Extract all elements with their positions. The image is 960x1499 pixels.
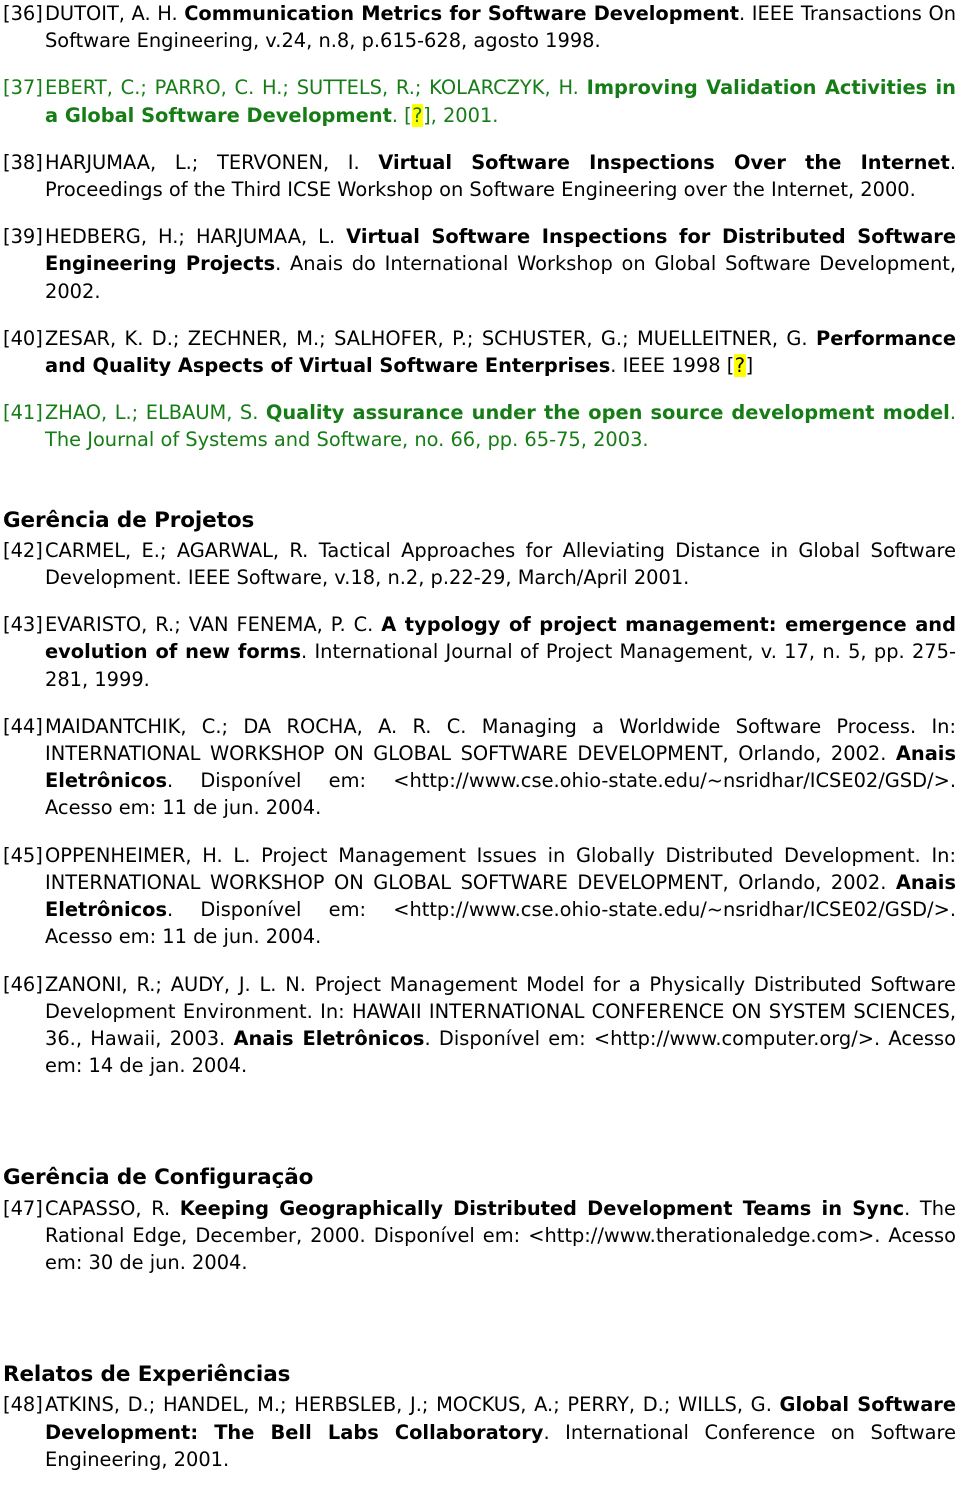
reference-authors: OPPENHEIMER, H. L. bbox=[45, 843, 262, 867]
reference-number: [48] bbox=[3, 1393, 43, 1417]
reference-authors: HEDBERG, H.; HARJUMAA, L. bbox=[45, 225, 347, 249]
reference-number: [40] bbox=[3, 326, 43, 350]
reference-entry-43: [43] EVARISTO, R.; VAN FENEMA, P. C. A t… bbox=[3, 611, 956, 693]
reference-number: [39] bbox=[3, 225, 43, 249]
reference-entry-45: [45] OPPENHEIMER, H. L. Project Manageme… bbox=[3, 842, 956, 951]
reference-text: OPPENHEIMER, H. L. Project Management Is… bbox=[45, 842, 956, 951]
reference-text: HEDBERG, H.; HARJUMAA, L. Virtual Softwa… bbox=[45, 223, 956, 305]
reference-text: HARJUMAA, L.; TERVONEN, I. Virtual Softw… bbox=[45, 149, 956, 203]
missing-citation-marker: ? bbox=[734, 354, 746, 378]
reference-title: Quality assurance under the open source … bbox=[265, 401, 950, 425]
section-heading-gerencia-configuracao: Gerência de Configuração bbox=[3, 1165, 314, 1191]
reference-number: [38] bbox=[3, 150, 43, 174]
reference-entry-44: [44] MAIDANTCHIK, C.; DA ROCHA, A. R. C.… bbox=[3, 713, 956, 822]
reference-entry-47: [47] CAPASSO, R. Keeping Geographically … bbox=[3, 1195, 956, 1277]
reference-authors: ZANONI, R.; AUDY, J. L. N. bbox=[45, 972, 315, 996]
reference-text: ZESAR, K. D.; ZECHNER, M.; SALHOFER, P.;… bbox=[45, 325, 956, 379]
reference-source-pre: . IEEE 1998 [ bbox=[610, 354, 735, 378]
reference-entry-38: [38] HARJUMAA, L.; TERVONEN, I. Virtual … bbox=[3, 149, 956, 203]
reference-source: . Disponível em: <http://www.cse.ohio-st… bbox=[45, 769, 956, 820]
reference-number: [42] bbox=[3, 538, 43, 562]
reference-authors: ZHAO, L.; ELBAUM, S. bbox=[45, 401, 266, 425]
reference-entry-42: [42] CARMEL, E.; AGARWAL, R. Tactical Ap… bbox=[3, 537, 956, 591]
reference-title: Virtual Software Inspections Over the In… bbox=[378, 150, 950, 174]
reference-number: [44] bbox=[3, 714, 43, 738]
reference-entry-40: [40] ZESAR, K. D.; ZECHNER, M.; SALHOFER… bbox=[3, 325, 956, 379]
reference-authors: CAPASSO, R. bbox=[45, 1196, 180, 1220]
reference-authors: ATKINS, D.; HANDEL, M.; HERBSLEB, J.; MO… bbox=[45, 1393, 780, 1417]
reference-number: [45] bbox=[3, 843, 43, 867]
reference-source-post: ], 2001. bbox=[423, 103, 499, 127]
reference-authors: ZESAR, K. D.; ZECHNER, M.; SALHOFER, P.;… bbox=[45, 326, 816, 350]
reference-entry-37: [37] EBERT, C.; PARRO, C. H.; SUTTELS, R… bbox=[3, 74, 956, 128]
reference-title: Communication Metrics for Software Devel… bbox=[184, 2, 740, 25]
reference-entry-39: [39] HEDBERG, H.; HARJUMAA, L. Virtual S… bbox=[3, 223, 956, 305]
reference-entry-41: [41] ZHAO, L.; ELBAUM, S. Quality assura… bbox=[3, 399, 956, 453]
reference-title: Anais Eletrônicos bbox=[233, 1026, 425, 1050]
reference-number: [37] bbox=[3, 76, 43, 100]
reference-number: [41] bbox=[3, 401, 43, 425]
reference-text: EBERT, C.; PARRO, C. H.; SUTTELS, R.; KO… bbox=[45, 74, 956, 128]
reference-text: CARMEL, E.; AGARWAL, R. Tactical Approac… bbox=[45, 537, 956, 591]
reference-authors: HARJUMAA, L.; TERVONEN, I. bbox=[45, 150, 379, 174]
reference-text: CAPASSO, R. Keeping Geographically Distr… bbox=[45, 1195, 956, 1277]
reference-authors: EBERT, C.; PARRO, C. H.; SUTTELS, R.; KO… bbox=[45, 76, 587, 100]
missing-citation-marker: ? bbox=[411, 103, 424, 127]
reference-authors: CARMEL, E.; AGARWAL, R. bbox=[45, 538, 319, 562]
reference-source-post: ] bbox=[745, 354, 754, 378]
reference-text: MAIDANTCHIK, C.; DA ROCHA, A. R. C. Mana… bbox=[45, 713, 956, 822]
reference-source-pre: . [ bbox=[391, 103, 412, 127]
document-page: [36] DUTOIT, A. H. Communication Metrics… bbox=[0, 0, 960, 1499]
section-heading-gerencia-projetos: Gerência de Projetos bbox=[3, 507, 255, 533]
reference-number: [36] bbox=[3, 2, 43, 25]
reference-text: DUTOIT, A. H. Communication Metrics for … bbox=[45, 0, 956, 54]
reference-entry-36: [36] DUTOIT, A. H. Communication Metrics… bbox=[3, 0, 956, 54]
reference-text: EVARISTO, R.; VAN FENEMA, P. C. A typolo… bbox=[45, 611, 956, 693]
reference-title: Keeping Geographically Distributed Devel… bbox=[179, 1196, 905, 1220]
reference-text: ZHAO, L.; ELBAUM, S. Quality assurance u… bbox=[45, 399, 956, 453]
reference-number: [43] bbox=[3, 613, 43, 637]
reference-entry-48: [48] ATKINS, D.; HANDEL, M.; HERBSLEB, J… bbox=[3, 1391, 956, 1473]
reference-entry-46: [46] ZANONI, R.; AUDY, J. L. N. Project … bbox=[3, 971, 956, 1080]
reference-authors: MAIDANTCHIK, C.; DA ROCHA, A. R. C. bbox=[45, 714, 482, 738]
section-heading-relatos-experiencias: Relatos de Experiências bbox=[3, 1362, 291, 1388]
reference-text: ATKINS, D.; HANDEL, M.; HERBSLEB, J.; MO… bbox=[45, 1391, 956, 1473]
reference-list: [36] DUTOIT, A. H. Communication Metrics… bbox=[0, 0, 960, 1473]
reference-text: ZANONI, R.; AUDY, J. L. N. Project Manag… bbox=[45, 971, 956, 1080]
reference-authors: EVARISTO, R.; VAN FENEMA, P. C. bbox=[45, 613, 382, 637]
reference-number: [47] bbox=[3, 1196, 43, 1220]
reference-number: [46] bbox=[3, 972, 43, 996]
reference-authors: DUTOIT, A. H. bbox=[45, 2, 185, 25]
reference-source: . Disponível em: <http://www.cse.ohio-st… bbox=[45, 898, 956, 949]
